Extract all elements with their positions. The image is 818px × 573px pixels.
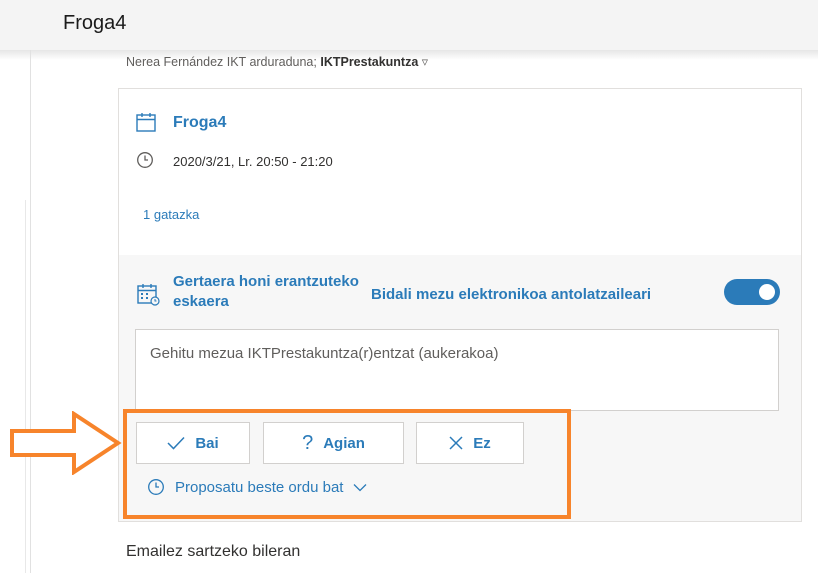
recipients-names: Nerea Fernández IKT arduraduna; <box>126 56 321 69</box>
event-time: 2020/3/21, Lr. 20:50 - 21:20 <box>173 154 333 169</box>
chevron-icon: ▿ <box>421 56 429 69</box>
calendar-grid-icon <box>137 284 160 306</box>
divider <box>25 200 26 573</box>
footer-text: Emailez sartzeko bileran <box>126 543 301 560</box>
header-bar: Froga4 <box>0 0 818 50</box>
clock-icon <box>137 152 153 168</box>
send-email-label: Bidali mezu elektronikoa antolatzaileari <box>371 286 652 303</box>
arrow-right-icon <box>10 411 122 475</box>
recipients-line: Nerea Fernández IKT arduraduna; IKTPrest… <box>126 56 428 70</box>
conflicts-link[interactable]: 1 gatazka <box>143 207 199 222</box>
page-title: Froga4 <box>63 12 127 34</box>
divider <box>30 50 31 573</box>
highlight-box <box>123 409 571 519</box>
send-email-toggle[interactable] <box>724 279 780 305</box>
calendar-icon <box>136 113 156 132</box>
event-title[interactable]: Froga4 <box>173 114 226 132</box>
toggle-knob <box>759 284 775 300</box>
message-input[interactable]: Gehitu mezua IKTPrestakuntza(r)entzat (a… <box>135 329 779 411</box>
recipients-group[interactable]: IKTPrestakuntza <box>320 56 418 69</box>
message-placeholder: Gehitu mezua IKTPrestakuntza(r)entzat (a… <box>150 345 499 362</box>
response-request-label: Gertaera honi erantzuteko eskaera <box>173 273 359 310</box>
